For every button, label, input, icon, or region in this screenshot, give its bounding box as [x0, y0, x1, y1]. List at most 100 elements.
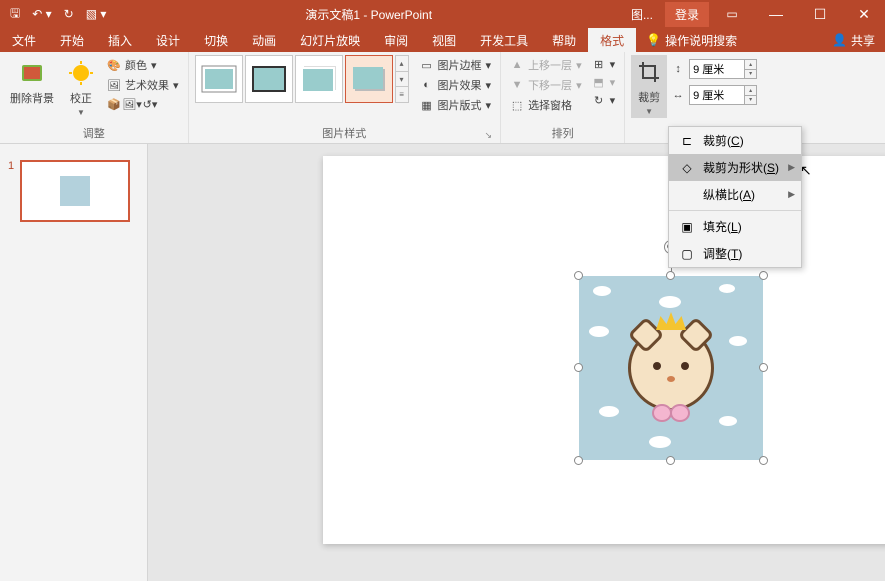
thumbnail-slide [20, 160, 130, 222]
width-spinner: ↔ ▴▾ [671, 85, 757, 105]
spin-up-icon[interactable]: ▴ [745, 86, 756, 96]
tab-animations[interactable]: 动画 [240, 28, 288, 52]
corrections-button[interactable]: 校正 ▼ [62, 55, 100, 120]
cat-illustration [628, 325, 714, 411]
artistic-effects-button[interactable]: 🖼艺术效果 ▾ [104, 75, 182, 95]
login-button[interactable]: 登录 [665, 2, 709, 27]
share-button[interactable]: 👤共享 [822, 28, 885, 52]
resize-handle-se[interactable] [759, 456, 768, 465]
fill-icon: ▣ [679, 219, 695, 235]
picture-content [579, 276, 763, 460]
height-icon: ↕ [671, 62, 685, 76]
tab-format[interactable]: 格式 [588, 28, 636, 52]
tab-slideshow[interactable]: 幻灯片放映 [288, 28, 372, 52]
resize-handle-ne[interactable] [759, 271, 768, 280]
thumbnail-content [60, 176, 90, 206]
tab-view[interactable]: 视图 [420, 28, 468, 52]
style-thumb-1[interactable] [195, 55, 243, 103]
group-label-adjust: 调整 [6, 125, 182, 143]
tab-file[interactable]: 文件 [0, 28, 48, 52]
remove-bg-icon [17, 58, 47, 88]
title-bar: 🖫 ↶ ▾ ↻ ▧ ▾ 演示文稿1 - PowerPoint 图... 登录 ▭… [0, 0, 885, 28]
window-title: 演示文稿1 - PowerPoint [116, 6, 621, 23]
tab-review[interactable]: 审阅 [372, 28, 420, 52]
remove-background-button[interactable]: 删除背景 [6, 55, 58, 109]
rotate-button[interactable]: ↻▾ [589, 91, 619, 109]
tab-home[interactable]: 开始 [48, 28, 96, 52]
effects-icon: ◐ [420, 78, 434, 92]
align-button[interactable]: ⊞▾ [589, 55, 619, 73]
chevron-down-icon: ▼ [645, 107, 653, 116]
redo-icon[interactable]: ↻ [64, 7, 74, 21]
rotate-icon: ↻ [592, 93, 606, 107]
width-icon: ↔ [671, 88, 685, 102]
gallery-more-icon[interactable]: ≡ [396, 87, 408, 102]
undo-icon[interactable]: ↶ ▾ [32, 7, 51, 21]
tell-me[interactable]: 💡操作说明搜索 [636, 28, 747, 52]
artistic-icon: 🖼 [107, 78, 121, 92]
style-thumb-4[interactable] [345, 55, 393, 103]
menu-crop[interactable]: ⊏ 裁剪(C) [669, 127, 801, 154]
bring-forward-button: ▲上移一层 ▾ [507, 55, 585, 75]
resize-handle-e[interactable] [759, 363, 768, 372]
ribbon-options-icon[interactable]: ▭ [711, 0, 753, 28]
resize-handle-nw[interactable] [574, 271, 583, 280]
picture-effects-button[interactable]: ◐图片效果 ▾ [417, 75, 495, 95]
compress-icon[interactable]: 📦 [107, 97, 121, 111]
crop-shape-icon: ◇ [679, 160, 695, 176]
send-backward-button: ▼下移一层 ▾ [507, 75, 585, 95]
group-adjust: 删除背景 校正 ▼ 🎨颜色 ▾ 🖼艺术效果 ▾ 📦 🖼▾ ↺▾ 调整 [0, 52, 189, 143]
start-from-beginning-icon[interactable]: ▧ ▾ [86, 7, 107, 21]
crop-dropdown: ⊏ 裁剪(C) ◇ 裁剪为形状(S) ▶ 纵横比(A) ▶ ▣ 填充(L) ▢ … [668, 126, 802, 268]
style-thumb-3[interactable] [295, 55, 343, 103]
tab-design[interactable]: 设计 [144, 28, 192, 52]
close-button[interactable]: ✕ [843, 0, 885, 28]
picture-layout-button[interactable]: ▦图片版式 ▾ [417, 95, 495, 115]
dialog-launcher-icon[interactable]: ↘ [485, 130, 493, 141]
compress-reset-row: 📦 🖼▾ ↺▾ [104, 95, 182, 113]
submenu-arrow-icon: ▶ [788, 189, 795, 200]
tab-developer[interactable]: 开发工具 [468, 28, 540, 52]
spin-down-icon[interactable]: ▾ [745, 70, 756, 79]
thumbnail-1[interactable]: 1 [8, 160, 139, 222]
style-thumb-2[interactable] [245, 55, 293, 103]
tab-transitions[interactable]: 切换 [192, 28, 240, 52]
group-button: ⬒▾ [589, 73, 619, 91]
minimize-button[interactable]: — [755, 0, 797, 28]
share-icon: 👤 [832, 33, 847, 47]
layout-icon: ▦ [420, 98, 434, 112]
menu-fit[interactable]: ▢ 调整(T) [669, 240, 801, 267]
maximize-button[interactable]: ☐ [799, 0, 841, 28]
selection-pane-button[interactable]: ⬚选择窗格 [507, 95, 585, 115]
save-icon[interactable]: 🖫 [10, 4, 20, 25]
selected-picture[interactable]: ⟳ [579, 276, 763, 460]
corrections-icon [66, 58, 96, 88]
spin-up-icon[interactable]: ▴ [745, 60, 756, 70]
send-backward-icon: ▼ [510, 78, 524, 92]
reset-picture-icon[interactable]: ↺▾ [143, 97, 157, 111]
resize-handle-s[interactable] [666, 456, 675, 465]
crop-button[interactable]: 裁剪 ▼ [631, 55, 667, 118]
spin-down-icon[interactable]: ▾ [745, 96, 756, 105]
border-icon: ▭ [420, 58, 434, 72]
group-label-arrange: 排列 [507, 125, 618, 143]
picture-styles-gallery[interactable]: ▴ ▾ ≡ [195, 55, 409, 103]
picture-border-button[interactable]: ▭图片边框 ▾ [417, 55, 495, 75]
menu-aspect-ratio[interactable]: 纵横比(A) ▶ [669, 181, 801, 208]
menu-fill[interactable]: ▣ 填充(L) [669, 213, 801, 240]
width-input[interactable] [689, 85, 745, 105]
group-label-styles: 图片样式↘ [195, 125, 495, 143]
fit-icon: ▢ [679, 246, 695, 262]
color-button[interactable]: 🎨颜色 ▾ [104, 55, 182, 75]
group-arrange: ▲上移一层 ▾ ▼下移一层 ▾ ⬚选择窗格 ⊞▾ ⬒▾ ↻▾ 排列 [501, 52, 625, 143]
resize-handle-n[interactable] [666, 271, 675, 280]
gallery-down-icon[interactable]: ▾ [396, 72, 408, 88]
change-picture-icon[interactable]: 🖼▾ [125, 97, 139, 111]
tab-help[interactable]: 帮助 [540, 28, 588, 52]
resize-handle-w[interactable] [574, 363, 583, 372]
resize-handle-sw[interactable] [574, 456, 583, 465]
tab-insert[interactable]: 插入 [96, 28, 144, 52]
gallery-up-icon[interactable]: ▴ [396, 56, 408, 72]
height-input[interactable] [689, 59, 745, 79]
menu-crop-to-shape[interactable]: ◇ 裁剪为形状(S) ▶ [669, 154, 801, 181]
